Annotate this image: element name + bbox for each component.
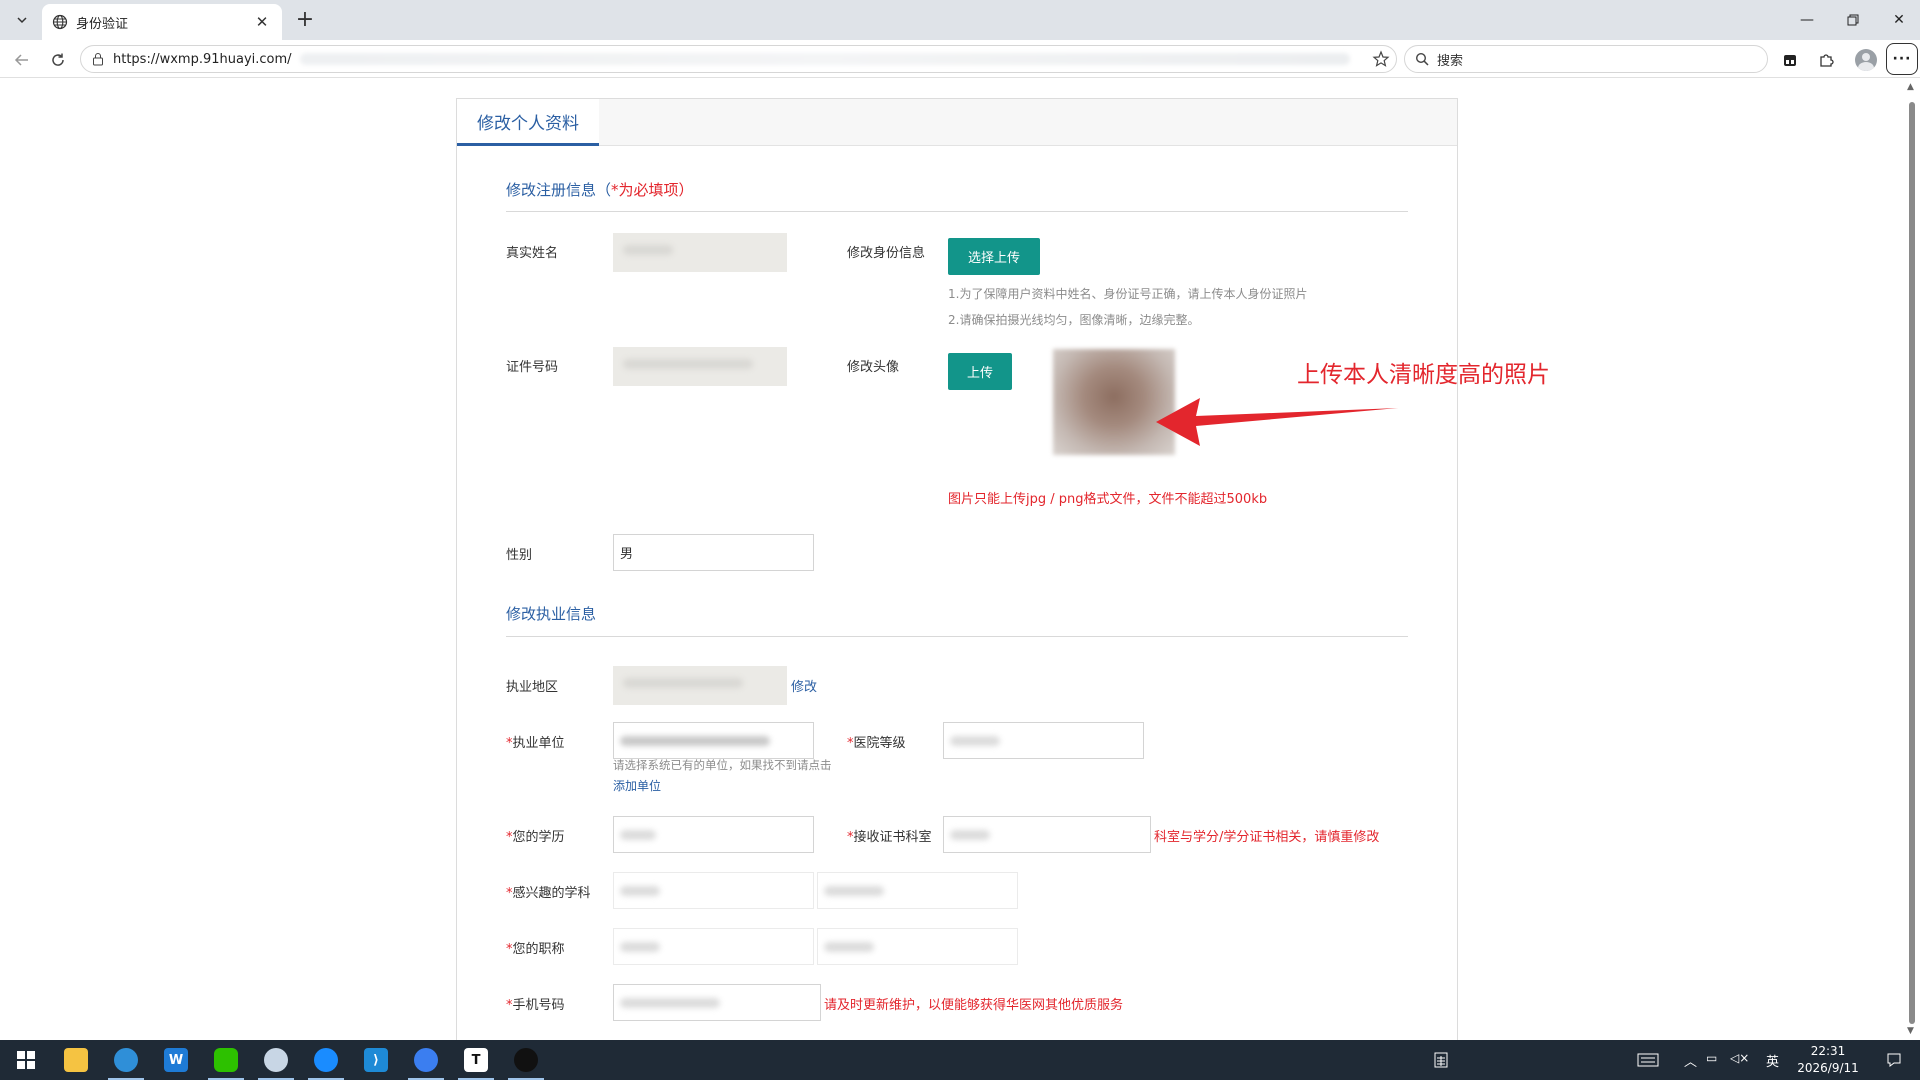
avatar-label: 修改头像 bbox=[847, 360, 900, 375]
hospital-level-field[interactable] bbox=[943, 722, 1144, 759]
gender-field[interactable]: 男 bbox=[613, 534, 814, 571]
annotation-text: 上传本人清晰度高的照片 bbox=[1297, 362, 1550, 388]
real-name-field[interactable] bbox=[613, 233, 787, 272]
id-number-field[interactable] bbox=[613, 347, 787, 386]
page-scrollbar[interactable]: ▲ ▼ bbox=[1904, 80, 1920, 1040]
identity-hint-1: 1.为了保障用户资料中姓名、身份证号正确，请上传本人身份证照片 bbox=[948, 287, 1308, 301]
search-icon bbox=[1415, 52, 1429, 66]
scrollbar-thumb[interactable] bbox=[1909, 102, 1915, 1024]
edge-icon[interactable] bbox=[102, 1040, 150, 1080]
clock-date: 2026/9/11 bbox=[1797, 1061, 1859, 1075]
network-icon[interactable]: ▭ bbox=[1706, 1051, 1717, 1065]
subject-field-1[interactable] bbox=[613, 872, 814, 909]
select-upload-button[interactable]: 选择上传 bbox=[948, 238, 1040, 275]
collections-icon[interactable] bbox=[1778, 48, 1802, 72]
new-tab-icon[interactable]: + bbox=[292, 8, 318, 32]
address-bar[interactable]: https://wxmp.91huayi.com/ bbox=[80, 45, 1397, 73]
qq-icon[interactable] bbox=[502, 1040, 550, 1080]
region-edit-link[interactable]: 修改 bbox=[791, 676, 817, 695]
back-icon[interactable] bbox=[10, 48, 34, 72]
star-icon[interactable] bbox=[1372, 50, 1390, 68]
registration-section-title: 修改注册信息（*为必填项） bbox=[506, 181, 694, 199]
calculator-icon[interactable] bbox=[1418, 1040, 1464, 1080]
file-explorer-icon[interactable] bbox=[52, 1040, 100, 1080]
chrome-icon[interactable] bbox=[402, 1040, 450, 1080]
system-clock[interactable]: 22:31 2026/9/11 bbox=[1796, 1043, 1860, 1077]
word-icon[interactable]: W bbox=[152, 1040, 200, 1080]
lock-icon[interactable] bbox=[91, 52, 105, 66]
browser-tab-active[interactable]: 身份验证 ✕ bbox=[42, 4, 282, 40]
id-number-label: 证件号码 bbox=[506, 360, 559, 375]
title-field-2[interactable] bbox=[817, 928, 1018, 965]
divider bbox=[506, 211, 1408, 212]
paint-icon[interactable] bbox=[252, 1040, 300, 1080]
windows-start-icon[interactable] bbox=[2, 1040, 50, 1080]
browser-icon[interactable] bbox=[302, 1040, 350, 1080]
notification-icon[interactable] bbox=[1872, 1040, 1916, 1080]
reload-icon[interactable] bbox=[46, 48, 70, 72]
panel-header: 修改个人资料 bbox=[457, 99, 1457, 146]
subject-field-2[interactable] bbox=[817, 872, 1018, 909]
gender-label: 性别 bbox=[506, 548, 533, 563]
profile-icon[interactable] bbox=[1854, 48, 1878, 72]
close-icon[interactable]: ✕ bbox=[252, 12, 272, 32]
extensions-icon[interactable] bbox=[1814, 48, 1838, 72]
more-icon[interactable]: ··· bbox=[1886, 43, 1918, 75]
add-unit-link[interactable]: 添加单位 bbox=[613, 777, 661, 794]
tab-title: 身份验证 bbox=[76, 16, 129, 32]
tab-edit-profile[interactable]: 修改个人资料 bbox=[457, 99, 599, 146]
unit-hint: 请选择系统已有的单位，如果找不到请点击 bbox=[613, 758, 832, 772]
region-label: 执业地区 bbox=[506, 680, 559, 695]
unit-label: *执业单位 bbox=[506, 736, 565, 751]
dept-label: *接收证书科室 bbox=[847, 830, 932, 845]
title-label: *您的职称 bbox=[506, 942, 565, 957]
taskbar: W ⟩ T ︿ ▭ ◁× 英 22:31 2026/9/11 bbox=[0, 1040, 1920, 1080]
profile-panel: 修改个人资料 修改注册信息（*为必填项） 真实姓名 修改身份信息 选择上传 1.… bbox=[456, 98, 1458, 1040]
subject-label: *感兴趣的学科 bbox=[506, 886, 591, 901]
arrow-icon bbox=[1156, 398, 1398, 446]
typora-icon[interactable]: T bbox=[452, 1040, 500, 1080]
unit-field[interactable] bbox=[613, 722, 814, 759]
ime-indicator[interactable]: 英 bbox=[1766, 1051, 1779, 1070]
avatar-upload-button[interactable]: 上传 bbox=[948, 353, 1012, 390]
dept-field[interactable] bbox=[943, 816, 1151, 853]
search-placeholder: 搜索 bbox=[1437, 53, 1464, 69]
hospital-level-label: *医院等级 bbox=[847, 736, 906, 751]
tab-strip: 身份验证 ✕ + — ✕ bbox=[0, 0, 1920, 40]
avatar-format-note: 图片只能上传jpg / png格式文件，文件不能超过500kb bbox=[948, 492, 1268, 507]
wechat-icon[interactable] bbox=[202, 1040, 250, 1080]
search-box[interactable]: 搜索 bbox=[1404, 45, 1768, 73]
window-close-icon[interactable]: ✕ bbox=[1876, 0, 1920, 40]
url-blurred bbox=[299, 53, 1350, 65]
keyboard-icon[interactable] bbox=[1622, 1040, 1674, 1080]
education-field[interactable] bbox=[613, 816, 814, 853]
phone-note: 请及时更新维护，以便能够获得华医网其他优质服务 bbox=[824, 998, 1124, 1013]
phone-label: *手机号码 bbox=[506, 998, 565, 1013]
phone-field[interactable] bbox=[613, 984, 821, 1021]
identity-label: 修改身份信息 bbox=[847, 246, 926, 261]
minimize-icon[interactable]: — bbox=[1784, 0, 1830, 40]
url-text: https://wxmp.91huayi.com/ bbox=[113, 51, 292, 67]
page-viewport: 修改个人资料 修改注册信息（*为必填项） 真实姓名 修改身份信息 选择上传 1.… bbox=[6, 80, 1904, 1040]
identity-hint-2: 2.请确保拍摄光线均匀，图像清晰，边缘完整。 bbox=[948, 313, 1200, 327]
restore-icon[interactable] bbox=[1830, 0, 1876, 40]
title-field-1[interactable] bbox=[613, 928, 814, 965]
vscode-icon[interactable]: ⟩ bbox=[352, 1040, 400, 1080]
speaker-icon[interactable]: ◁× bbox=[1730, 1051, 1749, 1065]
chevron-up-icon[interactable]: ︿ bbox=[1684, 1051, 1697, 1070]
divider bbox=[506, 636, 1408, 637]
region-field bbox=[613, 666, 787, 705]
tab-list-icon[interactable] bbox=[8, 8, 36, 32]
real-name-label: 真实姓名 bbox=[506, 246, 559, 261]
globe-icon bbox=[52, 14, 68, 30]
dept-note: 科室与学分/学分证书相关，请慎重修改 bbox=[1154, 830, 1380, 845]
clock-time: 22:31 bbox=[1810, 1044, 1846, 1058]
practice-section-title: 修改执业信息 bbox=[506, 605, 597, 623]
education-label: *您的学历 bbox=[506, 830, 565, 845]
browser-toolbar: https://wxmp.91huayi.com/ 搜索 ··· bbox=[0, 40, 1920, 78]
